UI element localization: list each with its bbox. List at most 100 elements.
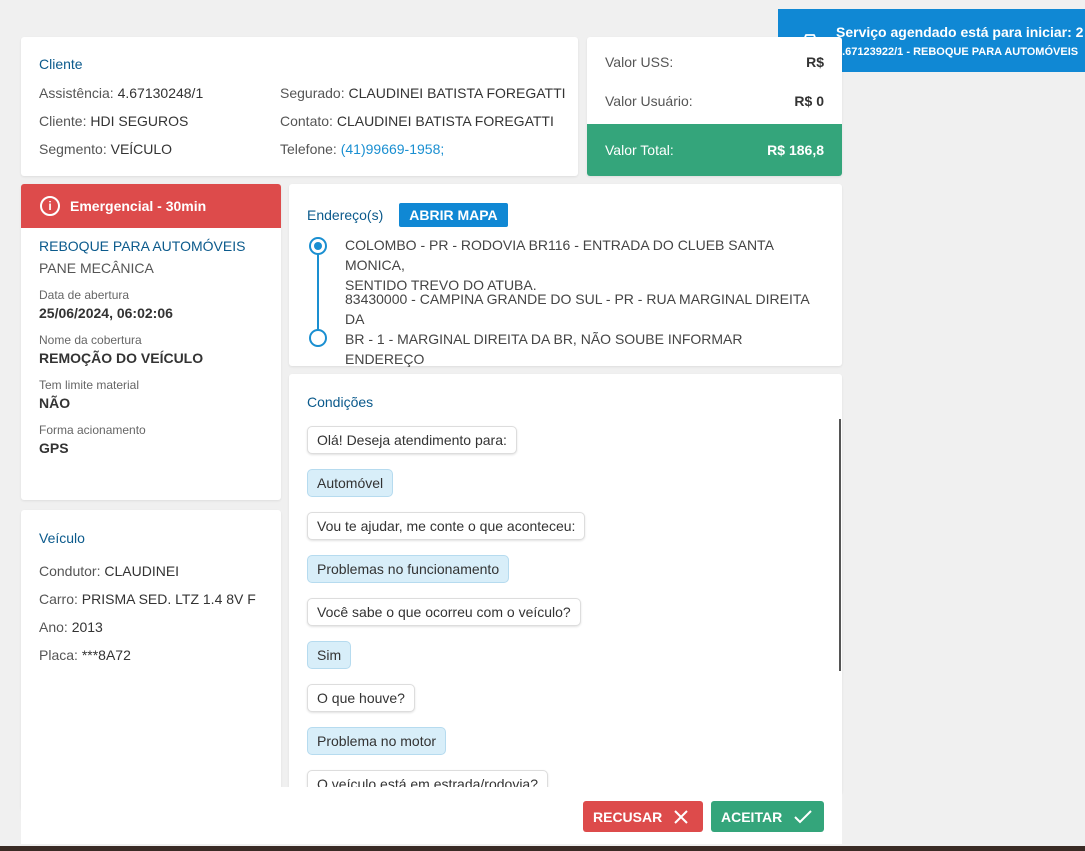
origin-line-1: COLOMBO - PR - RODOVIA BR116 - ENTRADA D… xyxy=(345,237,774,273)
check-icon xyxy=(794,809,812,823)
service-problem: PANE MECÂNICA xyxy=(39,260,154,276)
client-col-right: Segurado: CLAUDINEI BATISTA FOREGATTI Co… xyxy=(280,84,566,168)
vehicle-title: Veículo xyxy=(39,530,85,546)
answer-bubble: Automóvel xyxy=(307,469,394,497)
accept-button[interactable]: ACEITAR xyxy=(711,801,824,832)
assistencia-value: 4.67130248/1 xyxy=(117,85,204,101)
question-bubble: Você sabe o que ocorreu com o veículo? xyxy=(307,598,581,626)
address-header: Endereço(s) ABRIR MAPA xyxy=(307,203,508,227)
list-item: Problema no motor xyxy=(307,727,585,770)
placa-value: ***8A72 xyxy=(81,647,131,663)
question-bubble: Olá! Deseja atendimento para: xyxy=(307,426,517,454)
list-item: Problemas no funcionamento xyxy=(307,555,585,598)
uss-label: Valor USS: xyxy=(605,54,674,70)
client-card: Cliente Assistência: 4.67130248/1 Client… xyxy=(21,37,578,176)
destination-line-2: BR - 1 - MARGINAL DIREITA DA BR, NÃO SOU… xyxy=(345,331,743,367)
segmento-row: Segmento: VEÍCULO xyxy=(39,140,203,168)
open-map-button[interactable]: ABRIR MAPA xyxy=(399,203,508,227)
conditions-title: Condições xyxy=(307,394,374,410)
abertura-value: 25/06/2024, 06:02:06 xyxy=(39,305,173,321)
placa-row: Placa: ***8A72 xyxy=(39,646,256,674)
conditions-scrollbar[interactable] xyxy=(839,419,841,671)
condutor-value: CLAUDINEI xyxy=(104,563,180,579)
vehicle-card: Veículo Condutor: CLAUDINEI Carro: PRISM… xyxy=(21,510,281,810)
cliente-value: HDI SEGUROS xyxy=(90,113,189,129)
abertura-label: Data de abertura xyxy=(39,288,130,302)
list-item: Vou te ajudar, me conte o que aconteceu: xyxy=(307,512,586,555)
question-bubble: O que houve? xyxy=(307,684,415,712)
segmento-label: Segmento: xyxy=(39,141,107,157)
list-item: Olá! Deseja atendimento para: xyxy=(307,426,585,469)
cobertura-label: Nome da cobertura xyxy=(39,333,142,347)
list-item: Automóvel xyxy=(307,469,585,512)
assistencia-row: Assistência: 4.67130248/1 xyxy=(39,84,203,112)
limite-label: Tem limite material xyxy=(39,378,140,392)
telefone-label: Telefone: xyxy=(280,141,337,157)
toast-subtitle: 4.67123922/1 - REBOQUE PARA AUTOMÓVEIS xyxy=(836,45,1079,58)
cobertura-value: REMOÇÃO DO VEÍCULO xyxy=(39,350,204,366)
priority-label: Emergencial - 30min xyxy=(70,198,207,214)
total-row: Valor Total: R$ 186,8 xyxy=(587,124,842,176)
contato-label: Contato: xyxy=(280,113,333,129)
refuse-button[interactable]: RECUSAR xyxy=(583,801,703,832)
segurado-row: Segurado: CLAUDINEI BATISTA FOREGATTI xyxy=(280,84,566,112)
ano-value: 2013 xyxy=(71,619,103,635)
answer-bubble: Problema no motor xyxy=(307,727,447,755)
values-card: Valor USS: R$ Valor Usuário: R$ 0 Valor … xyxy=(587,37,842,176)
telefone-link[interactable]: (41)99669-1958; xyxy=(341,141,445,157)
cliente-row: Cliente: HDI SEGUROS xyxy=(39,112,203,140)
carro-row: Carro: PRISMA SED. LTZ 1.4 8V F xyxy=(39,590,256,618)
conditions-chat: Olá! Deseja atendimento para: Automóvel Vo… xyxy=(307,426,586,794)
info-icon: i xyxy=(40,196,60,216)
service-details: REBOQUE PARA AUTOMÓVEIS PANE MECÂNICA Da… xyxy=(21,228,281,456)
carro-label: Carro: xyxy=(39,591,78,607)
cliente-label: Cliente: xyxy=(39,113,87,129)
carro-value: PRISMA SED. LTZ 1.4 8V F xyxy=(81,591,256,607)
client-col-left: Assistência: 4.67130248/1 Cliente: HDI S… xyxy=(39,84,203,168)
conditions-card[interactable]: Condições Olá! Deseja atendimento para: A… xyxy=(289,374,842,794)
assistencia-label: Assistência: xyxy=(39,85,114,101)
address-card: Endereço(s) ABRIR MAPA COLOMBO - PR - RO… xyxy=(289,184,842,387)
uss-value: R$ xyxy=(806,54,824,70)
answer-bubble: Sim xyxy=(307,641,352,669)
address-title: Endereço(s) xyxy=(307,207,384,223)
close-icon xyxy=(674,809,688,824)
condutor-row: Condutor: CLAUDINEI xyxy=(39,562,256,590)
service-card: i Emergencial - 30min REBOQUE PARA AUTOM… xyxy=(21,184,281,500)
refuse-label: RECUSAR xyxy=(593,808,663,825)
toast-title: Serviço agendado está para iniciar: 2 xyxy=(836,23,1084,40)
list-item: Sim xyxy=(307,641,585,684)
usuario-row: Valor Usuário: R$ 0 xyxy=(587,87,842,115)
limite-value: NÃO xyxy=(39,395,71,411)
ano-label: Ano: xyxy=(39,619,68,635)
contato-value: CLAUDINEI BATISTA FOREGATTI xyxy=(336,113,554,129)
segmento-value: VEÍCULO xyxy=(110,141,173,157)
segurado-value: CLAUDINEI BATISTA FOREGATTI xyxy=(348,85,566,101)
segurado-label: Segurado: xyxy=(280,85,345,101)
client-title: Cliente xyxy=(39,56,83,72)
acionamento-label: Forma acionamento xyxy=(39,423,146,437)
question-bubble: Vou te ajudar, me conte o que aconteceu: xyxy=(307,512,586,540)
ano-row: Ano: 2013 xyxy=(39,618,256,646)
list-item: O que houve? xyxy=(307,684,585,727)
priority-banner: i Emergencial - 30min xyxy=(21,184,281,228)
uss-row: Valor USS: R$ xyxy=(587,48,842,76)
answer-bubble: Problemas no funcionamento xyxy=(307,555,510,583)
accept-label: ACEITAR xyxy=(721,808,783,825)
placa-label: Placa: xyxy=(39,647,78,663)
destination-marker-icon xyxy=(309,329,327,347)
toast-text: Serviço agendado está para iniciar: 2 4.… xyxy=(836,24,1083,58)
destination-line-1: 83430000 - CAMPINA GRANDE DO SUL - PR - … xyxy=(345,291,809,327)
origin-address: COLOMBO - PR - RODOVIA BR116 - ENTRADA D… xyxy=(345,235,825,295)
bottom-bar xyxy=(0,846,1085,851)
origin-marker-icon xyxy=(309,237,327,255)
service-type: REBOQUE PARA AUTOMÓVEIS xyxy=(39,238,246,254)
usuario-value: R$ 0 xyxy=(794,93,824,109)
usuario-label: Valor Usuário: xyxy=(605,93,693,109)
list-item: Você sabe o que ocorreu com o veículo? xyxy=(307,598,585,641)
contato-row: Contato: CLAUDINEI BATISTA FOREGATTI xyxy=(280,112,566,140)
condutor-label: Condutor: xyxy=(39,563,101,579)
telefone-row: Telefone: (41)99669-1958; xyxy=(280,140,566,168)
total-label: Valor Total: xyxy=(605,142,674,158)
route-line xyxy=(317,244,319,336)
